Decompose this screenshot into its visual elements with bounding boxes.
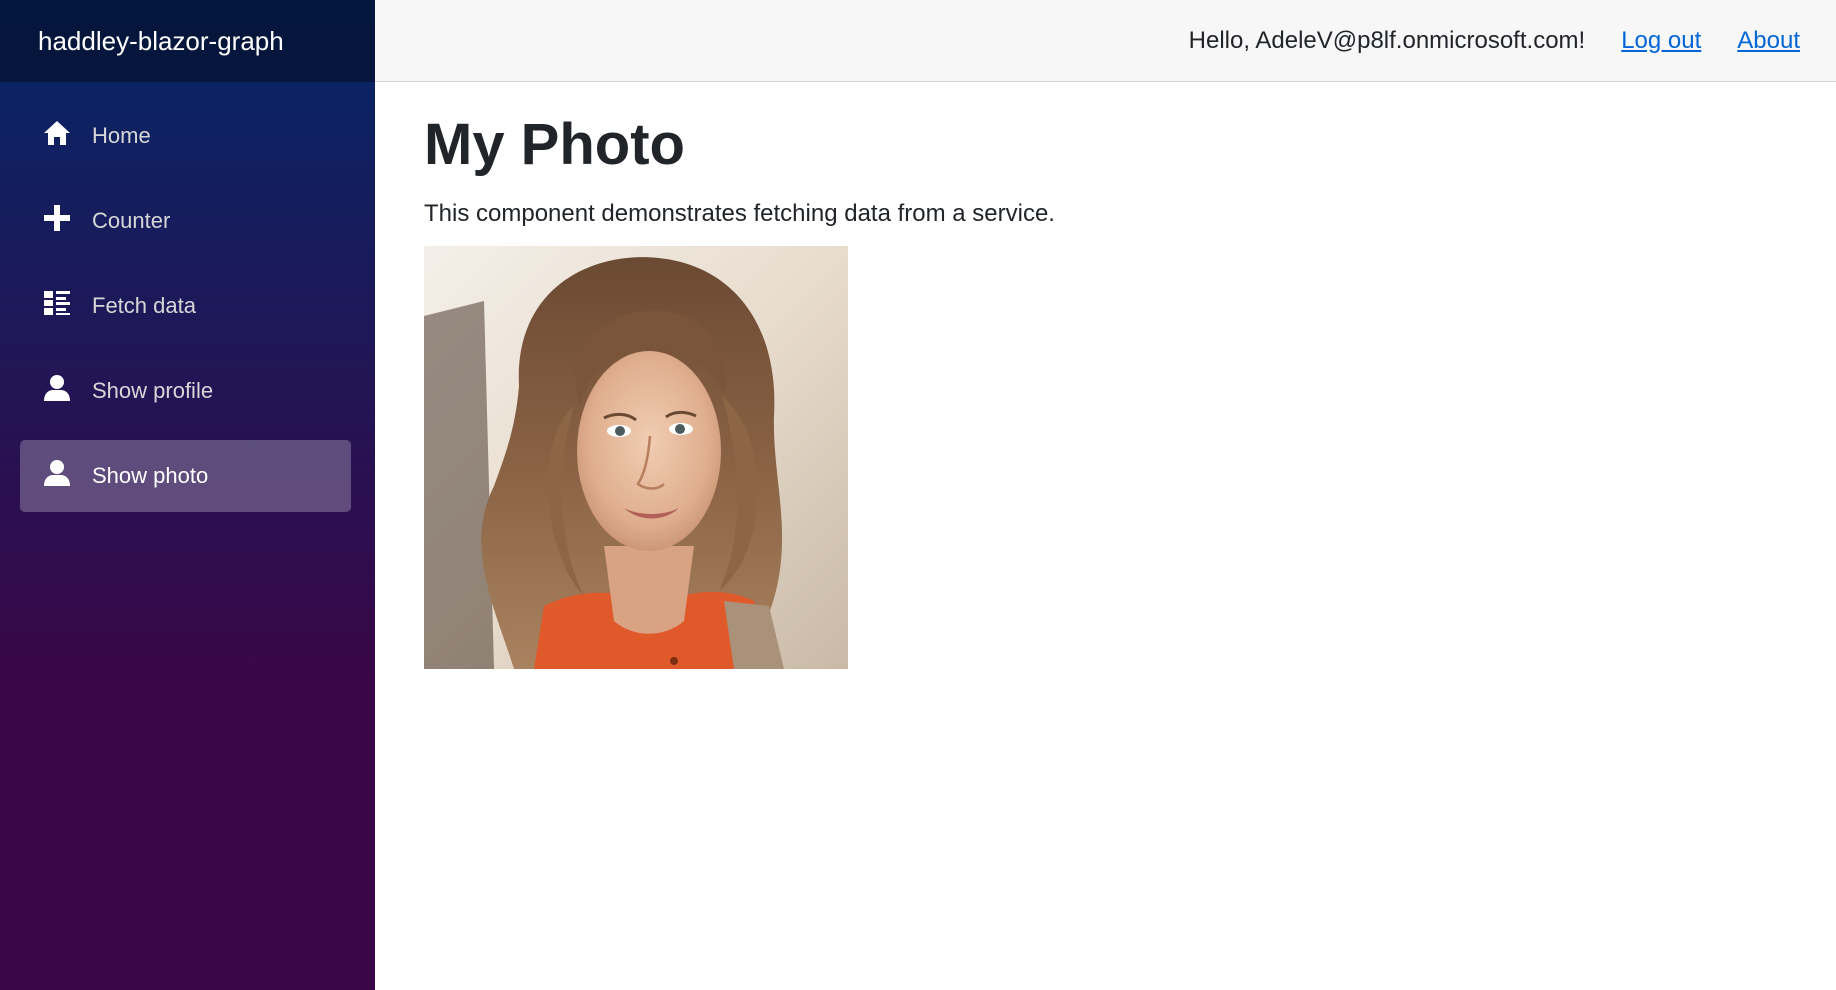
plus-icon (42, 203, 72, 233)
sidebar-item-label: Show profile (92, 378, 214, 403)
list-icon (42, 288, 72, 318)
logout-link[interactable]: Log out (1621, 27, 1701, 55)
sidebar-item-label: Home (92, 123, 151, 148)
top-row: Hello, AdeleV@p8lf.onmicrosoft.com! Log … (375, 0, 1836, 82)
sidebar-item-home[interactable]: Home (20, 100, 351, 172)
nav-menu: Home Counter Fetch data Show profile Sho… (20, 100, 351, 525)
sidebar-item-label: Fetch data (92, 293, 196, 318)
sidebar-item-show-photo[interactable]: Show photo (20, 440, 351, 512)
page-description: This component demonstrates fetching dat… (424, 199, 1055, 227)
sidebar-item-show-profile[interactable]: Show profile (20, 355, 351, 427)
sidebar-item-fetch-data[interactable]: Fetch data (20, 270, 351, 342)
sidebar-item-label: Counter (92, 208, 171, 233)
main-content: My Photo This component demonstrates fet… (424, 82, 1804, 669)
person-icon (42, 373, 72, 403)
brand-bar: haddley-blazor-graph (0, 0, 375, 82)
sidebar-item-label: Show photo (92, 463, 209, 488)
page-title: My Photo (424, 112, 685, 177)
app-window: haddley-blazor-graph Home Counter Fetch … (0, 0, 1836, 990)
person-icon (42, 458, 72, 488)
greeting-text: Hello, AdeleV@p8lf.onmicrosoft.com! (1188, 26, 1586, 54)
sidebar: haddley-blazor-graph Home Counter Fetch … (0, 0, 375, 990)
user-photo (424, 245, 848, 669)
sidebar-item-counter[interactable]: Counter (20, 185, 351, 257)
brand-link[interactable]: haddley-blazor-graph (38, 26, 284, 57)
home-icon (42, 118, 72, 148)
about-link[interactable]: About (1737, 27, 1800, 55)
